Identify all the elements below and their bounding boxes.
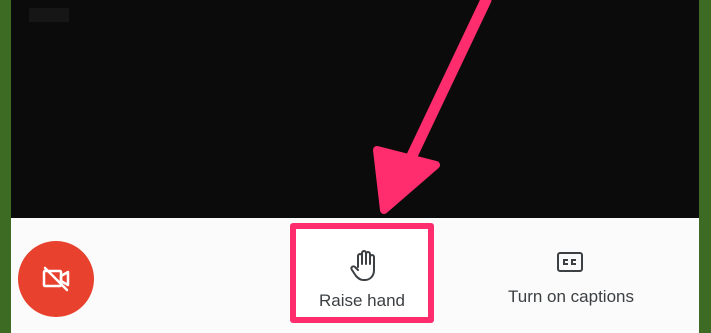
closed-captions-icon xyxy=(557,252,583,272)
video-area xyxy=(11,0,699,218)
camera-off-icon xyxy=(42,266,70,292)
camera-toggle-button[interactable] xyxy=(18,241,94,317)
captions-label: Turn on captions xyxy=(508,287,634,306)
raise-hand-button[interactable]: Raise hand xyxy=(290,223,434,323)
raise-hand-label: Raise hand xyxy=(318,291,405,310)
captions-button[interactable]: Turn on captions xyxy=(486,240,656,320)
video-artifact xyxy=(29,8,69,22)
hand-icon xyxy=(350,250,375,281)
